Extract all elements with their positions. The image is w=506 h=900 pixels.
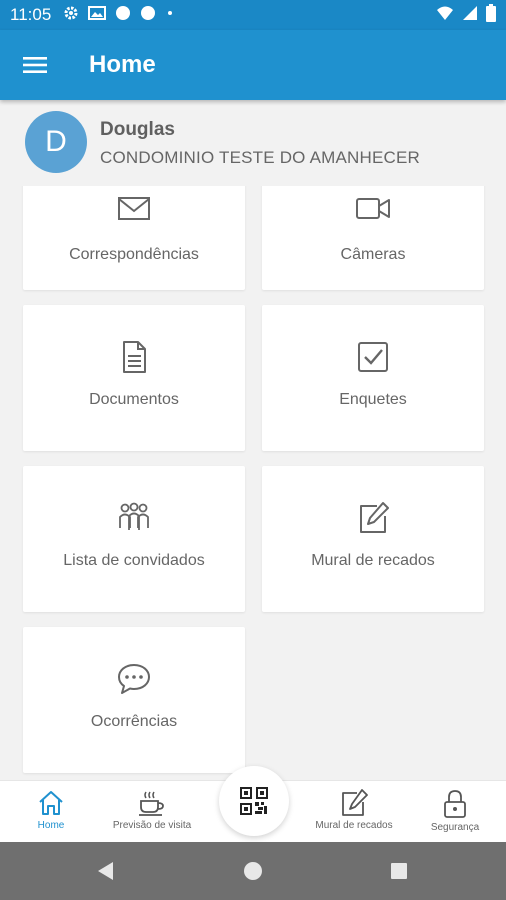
settings-icon — [63, 5, 79, 26]
nav-item-previsao-visita[interactable]: Previsão de visita — [102, 781, 202, 843]
recents-button[interactable] — [369, 842, 429, 900]
nav-label: Mural de recados — [315, 820, 393, 831]
notification-dot-icon — [115, 5, 131, 26]
nav-label: Home — [37, 820, 65, 831]
hamburger-menu-icon — [23, 57, 47, 73]
signal-icon — [462, 5, 478, 26]
chat-bubble-icon — [118, 664, 150, 694]
wifi-icon — [436, 5, 454, 26]
nav-item-seguranca[interactable]: Segurança — [405, 781, 505, 843]
checkbox-icon — [358, 342, 388, 372]
notification-dot-icon — [140, 5, 156, 26]
lock-icon — [444, 790, 466, 818]
nav-label: Previsão de visita — [112, 820, 192, 831]
photo-icon — [88, 5, 107, 26]
recents-icon — [391, 863, 407, 879]
card-mural-recados[interactable]: Mural de recados — [262, 466, 484, 612]
back-icon — [98, 862, 113, 880]
qr-code-icon — [240, 787, 268, 815]
edit-note-icon — [342, 789, 368, 816]
home-circle-icon — [244, 862, 262, 880]
status-bar: 11:05 — [0, 0, 506, 30]
coffee-cup-icon — [139, 791, 164, 816]
card-label: Enquetes — [339, 391, 407, 408]
card-enquetes[interactable]: Enquetes — [262, 305, 484, 451]
qr-code-button[interactable] — [219, 766, 289, 836]
card-label: Lista de convidados — [63, 552, 205, 569]
condominium-name: CONDOMINIO TESTE DO AMANHECER — [100, 148, 421, 167]
nav-item-home[interactable]: Home — [1, 781, 101, 843]
card-label: Correspondências — [69, 246, 199, 263]
home-button[interactable] — [223, 842, 283, 900]
back-button[interactable] — [76, 842, 136, 900]
user-name: Douglas — [100, 119, 175, 140]
page-title: Home — [89, 51, 156, 78]
card-ocorrencias[interactable]: Ocorrências — [23, 627, 245, 773]
nav-label: Segurança — [430, 822, 480, 833]
menu-grid[interactable]: Correspondências Câmeras Documentos Enqu… — [0, 186, 506, 780]
video-camera-icon — [356, 198, 390, 219]
card-label: Câmeras — [340, 246, 406, 263]
avatar[interactable]: D — [25, 111, 87, 173]
app-bar: Home — [0, 30, 506, 100]
card-correspondencias[interactable]: Correspondências — [23, 186, 245, 290]
envelope-icon — [118, 197, 150, 220]
edit-note-icon — [360, 502, 389, 533]
system-navigation-bar — [0, 842, 506, 900]
profile-header: D Douglas CONDOMINIO TESTE DO AMANHECER — [0, 100, 506, 186]
card-lista-convidados[interactable]: Lista de convidados — [23, 466, 245, 612]
battery-icon — [486, 3, 496, 27]
nav-item-mural-recados[interactable]: Mural de recados — [304, 781, 404, 843]
small-dot-icon — [165, 5, 175, 26]
card-label: Ocorrências — [90, 713, 178, 730]
card-label: Documentos — [89, 391, 179, 408]
card-documentos[interactable]: Documentos — [23, 305, 245, 451]
card-label: Mural de recados — [311, 552, 435, 569]
document-icon — [123, 341, 146, 373]
menu-button[interactable] — [0, 30, 70, 100]
status-time: 11:05 — [10, 5, 52, 24]
guests-icon — [119, 502, 149, 530]
card-cameras[interactable]: Câmeras — [262, 186, 484, 290]
home-icon — [39, 791, 63, 815]
